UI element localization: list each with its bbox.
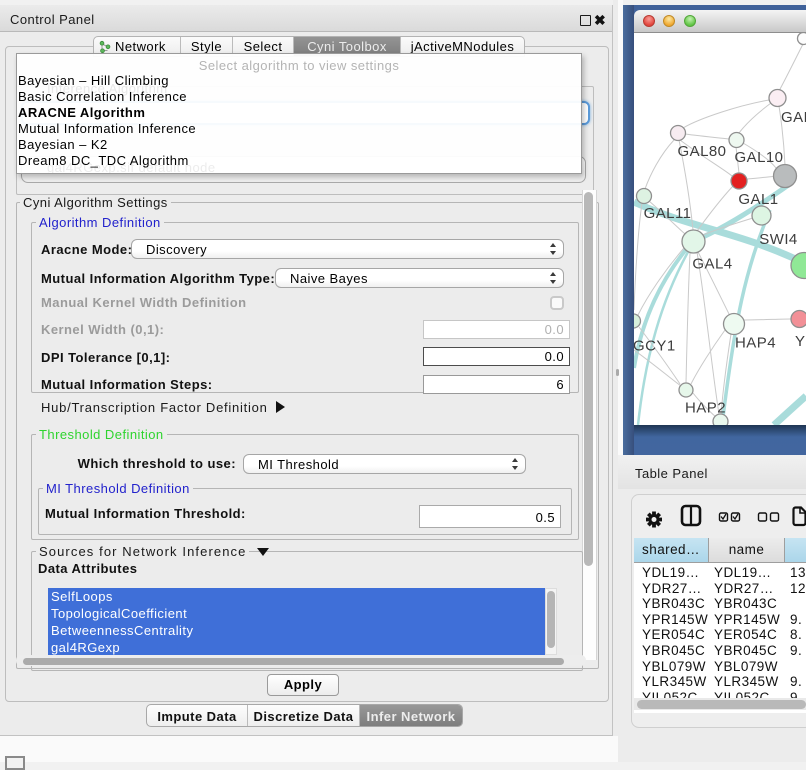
svg-text:SWI4: SWI4 xyxy=(759,231,797,248)
svg-text:GCY1: GCY1 xyxy=(634,338,676,355)
svg-text:GAL11: GAL11 xyxy=(644,205,692,222)
svg-text:GAL10: GAL10 xyxy=(735,149,784,166)
svg-text:GAL4: GAL4 xyxy=(692,256,732,273)
svg-text:GAL2: GAL2 xyxy=(781,109,806,126)
svg-text:GAL80: GAL80 xyxy=(678,143,727,160)
svg-text:HAP2: HAP2 xyxy=(685,400,726,417)
svg-text:HAP4: HAP4 xyxy=(735,335,776,352)
svg-text:Y: Y xyxy=(795,333,805,350)
svg-text:GAL1: GAL1 xyxy=(738,191,778,208)
